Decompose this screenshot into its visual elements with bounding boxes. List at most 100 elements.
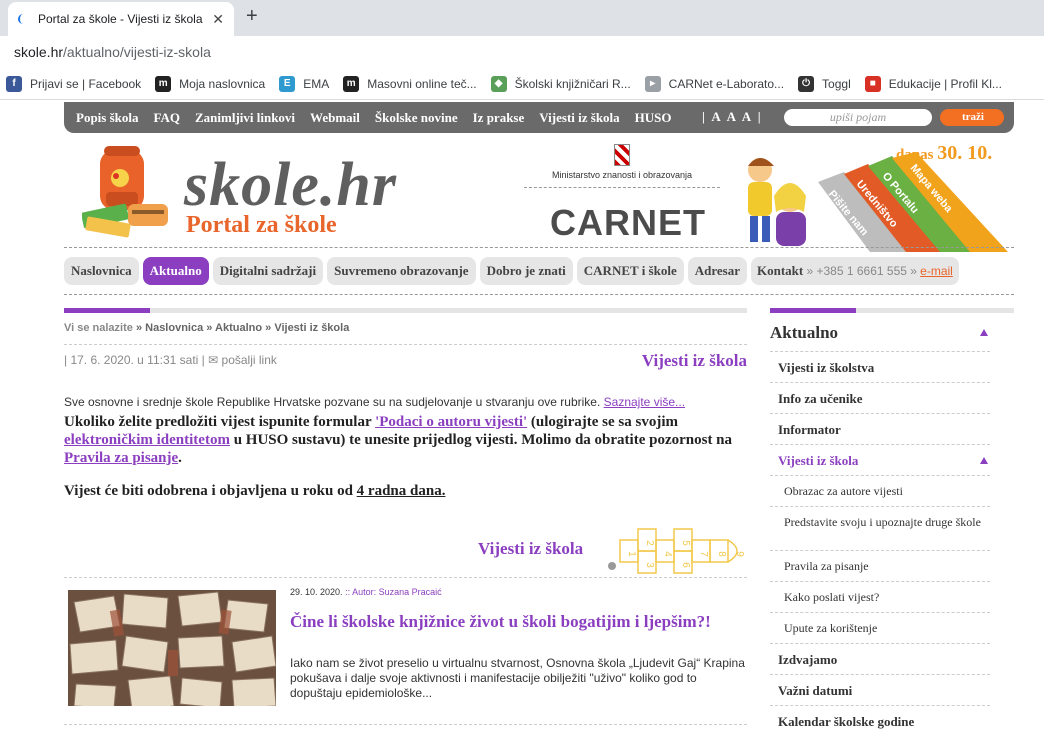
site-logo[interactable]: skole.hr <box>184 150 397 221</box>
approval-paragraph: Vijest će biti odobrena i objavljena u r… <box>64 483 446 499</box>
sidebar-item[interactable]: Vijesti iz škola <box>770 445 990 476</box>
hopscotch-number: 9 <box>734 551 745 557</box>
news-section-title: Vijesti iz škola <box>478 539 584 558</box>
hopscotch-number: 3 <box>644 562 655 568</box>
bookmark-label: EMA <box>303 76 330 91</box>
sidebar-item[interactable]: Predstavite svoju i upoznajte druge škol… <box>770 507 990 551</box>
section-title: Vijesti iz škola <box>641 351 747 370</box>
main-content: Vi se nalazite » Naslovnica » Aktualno »… <box>64 308 747 500</box>
bookmark-item[interactable]: E EMA <box>279 75 330 92</box>
top-nav-link[interactable]: HUSO <box>635 110 672 126</box>
sidebar-item[interactable]: Info za učenike <box>770 383 990 414</box>
article-thumbnail[interactable] <box>68 590 276 706</box>
address-bar[interactable]: skole.hr/aktualno/vijesti-iz-skola <box>0 36 1044 68</box>
carnet-logo[interactable]: CARNET <box>550 202 706 244</box>
main-nav-item[interactable]: Aktualno <box>142 257 209 285</box>
hopscotch-number: 7 <box>698 551 709 557</box>
power-icon: ⏻ <box>798 75 815 92</box>
sidebar-item[interactable]: Informator <box>770 414 990 445</box>
font-size-controls[interactable]: | A A A | <box>702 109 763 125</box>
browser-tab[interactable]: Portal za škole - Vijesti iz škola ✕ <box>8 2 234 36</box>
bookmark-item[interactable]: ◆ Školski knjižničari R... <box>490 75 631 92</box>
bookmark-label: Masovni online teč... <box>367 76 477 91</box>
main-nav-item[interactable]: Digitalni sadržaji <box>212 257 324 285</box>
sidebar-item-label: Vijesti iz škola <box>778 453 859 468</box>
sidebar-item-label: Kalendar školske godine <box>778 714 915 729</box>
main-nav-item[interactable]: Adresar <box>687 257 747 285</box>
m-icon: m <box>343 75 360 92</box>
bookmark-item[interactable]: m Masovni online teč... <box>343 75 477 92</box>
shield-icon: ◆ <box>490 75 507 92</box>
sidebar-item-label: Obrazac za autore vijesti <box>784 484 903 498</box>
contact-email-link[interactable]: e-mail <box>920 264 953 278</box>
bookmark-item[interactable]: ⏻ Toggl <box>798 75 851 92</box>
writing-rules-link[interactable]: Pravila za pisanje <box>64 450 178 466</box>
collapse-icon[interactable] <box>980 329 988 336</box>
breadcrumb-path[interactable]: » Naslovnica » Aktualno » Vijesti iz ško… <box>136 322 349 334</box>
main-nav-item[interactable]: Dobro je znati <box>479 257 573 285</box>
top-nav-link[interactable]: Zanimljivi linkovi <box>195 110 295 126</box>
hopscotch-number: 4 <box>662 551 673 557</box>
sidebar-item[interactable]: Kako poslati vijest? <box>770 582 990 613</box>
sidebar-item[interactable]: Upute za korištenje <box>770 613 990 644</box>
site-subtitle: Portal za škole <box>186 212 337 238</box>
school-bag-illustration <box>82 146 168 238</box>
bookmark-item[interactable]: f Prijavi se | Facebook <box>6 75 141 92</box>
main-nav-item[interactable]: Suvremeno obrazovanje <box>327 257 476 285</box>
sidebar-item-label: Vijesti iz školstva <box>778 360 875 375</box>
sidebar-item[interactable]: Obrazac za autore vijesti <box>770 476 990 507</box>
ministry-name: Ministarstvo znanosti i obrazovanja <box>551 170 693 180</box>
article-author: :: Autor: Suzana Pracaić <box>345 587 442 597</box>
bookmark-label: Toggl <box>822 76 851 91</box>
publish-date: | 17. 6. 2020. u 11:31 sati | <box>64 353 205 367</box>
sidebar-item[interactable]: Izdvajamo <box>770 644 990 675</box>
top-nav-link[interactable]: Iz prakse <box>473 110 525 126</box>
hopscotch-number: 8 <box>716 551 727 557</box>
top-nav-link[interactable]: Webmail <box>310 110 360 126</box>
croatian-crest-icon <box>614 144 630 166</box>
article-title[interactable]: Čine li školske knjižnice život u školi … <box>290 612 740 632</box>
ministry-logo[interactable]: Ministarstvo znanosti i obrazovanja <box>524 144 720 188</box>
top-nav-link[interactable]: Vijesti iz škola <box>539 110 619 126</box>
collapse-icon[interactable] <box>980 457 988 464</box>
close-tab-icon[interactable]: ✕ <box>212 11 224 28</box>
sidebar-item-label: Predstavite svoju i upoznajte druge škol… <box>784 515 981 529</box>
sidebar: Aktualno Vijesti iz školstva Info za učen… <box>770 308 1014 736</box>
bookmark-item[interactable]: ▸ CARNet e-Laborato... <box>644 75 784 92</box>
eidentity-link[interactable]: elektroničkim identitetom <box>64 432 230 448</box>
sidebar-item-label: Pravila za pisanje <box>784 559 869 573</box>
flag-icon: ■ <box>864 75 881 92</box>
books-image <box>68 590 276 706</box>
url-host: skole.hr <box>14 44 64 60</box>
sidebar-item[interactable]: Kalendar školske godine <box>770 706 990 736</box>
sidebar-item-label: Važni datumi <box>778 683 853 698</box>
url-path: /aktualno/vijesti-iz-skola <box>63 44 211 60</box>
browser-tab-bar: Portal za škole - Vijesti iz škola ✕ + <box>0 0 1044 36</box>
contact-label[interactable]: Kontakt <box>757 263 803 278</box>
learn-more-link[interactable]: Saznajte više... <box>604 395 685 409</box>
hopscotch-number: 1 <box>626 551 637 557</box>
intro-text: Sve osnovne i srednje škole Republike Hr… <box>64 395 686 409</box>
envelope-icon: ✉ <box>208 353 219 367</box>
author-form-link[interactable]: 'Podaci o autoru vijesti' <box>375 414 527 430</box>
top-nav-link[interactable]: Školske novine <box>375 110 458 126</box>
sidebar-item[interactable]: Pravila za pisanje <box>770 551 990 582</box>
main-nav-item[interactable]: Naslovnica <box>64 257 139 285</box>
new-tab-icon[interactable]: + <box>246 5 258 28</box>
bookmark-item[interactable]: ■ Edukacije | Profil Kl... <box>864 75 1002 92</box>
top-nav-link[interactable]: FAQ <box>154 110 180 126</box>
send-link[interactable]: pošalji link <box>222 353 277 367</box>
main-nav-item[interactable]: CARNET i škole <box>576 257 684 285</box>
sidebar-title[interactable]: Aktualno <box>770 323 990 352</box>
sidebar-item[interactable]: Vijesti iz školstva <box>770 352 990 383</box>
search-button[interactable]: traži <box>940 109 1004 126</box>
top-nav-link[interactable]: Popis škola <box>76 110 139 126</box>
hopscotch-number: 2 <box>644 540 655 546</box>
sidebar-item[interactable]: Važni datumi <box>770 675 990 706</box>
carnet-icon: ▸ <box>644 75 661 92</box>
sidebar-item-label: Upute za korištenje <box>784 621 878 635</box>
bookmark-item[interactable]: m Moja naslovnica <box>155 75 265 92</box>
sidebar-item-label: Kako poslati vijest? <box>784 590 880 604</box>
site-top-nav: Popis škola FAQ Zanimljivi linkovi Webmail Š… <box>64 102 1014 133</box>
search-input[interactable]: upiši pojam <box>784 109 932 126</box>
